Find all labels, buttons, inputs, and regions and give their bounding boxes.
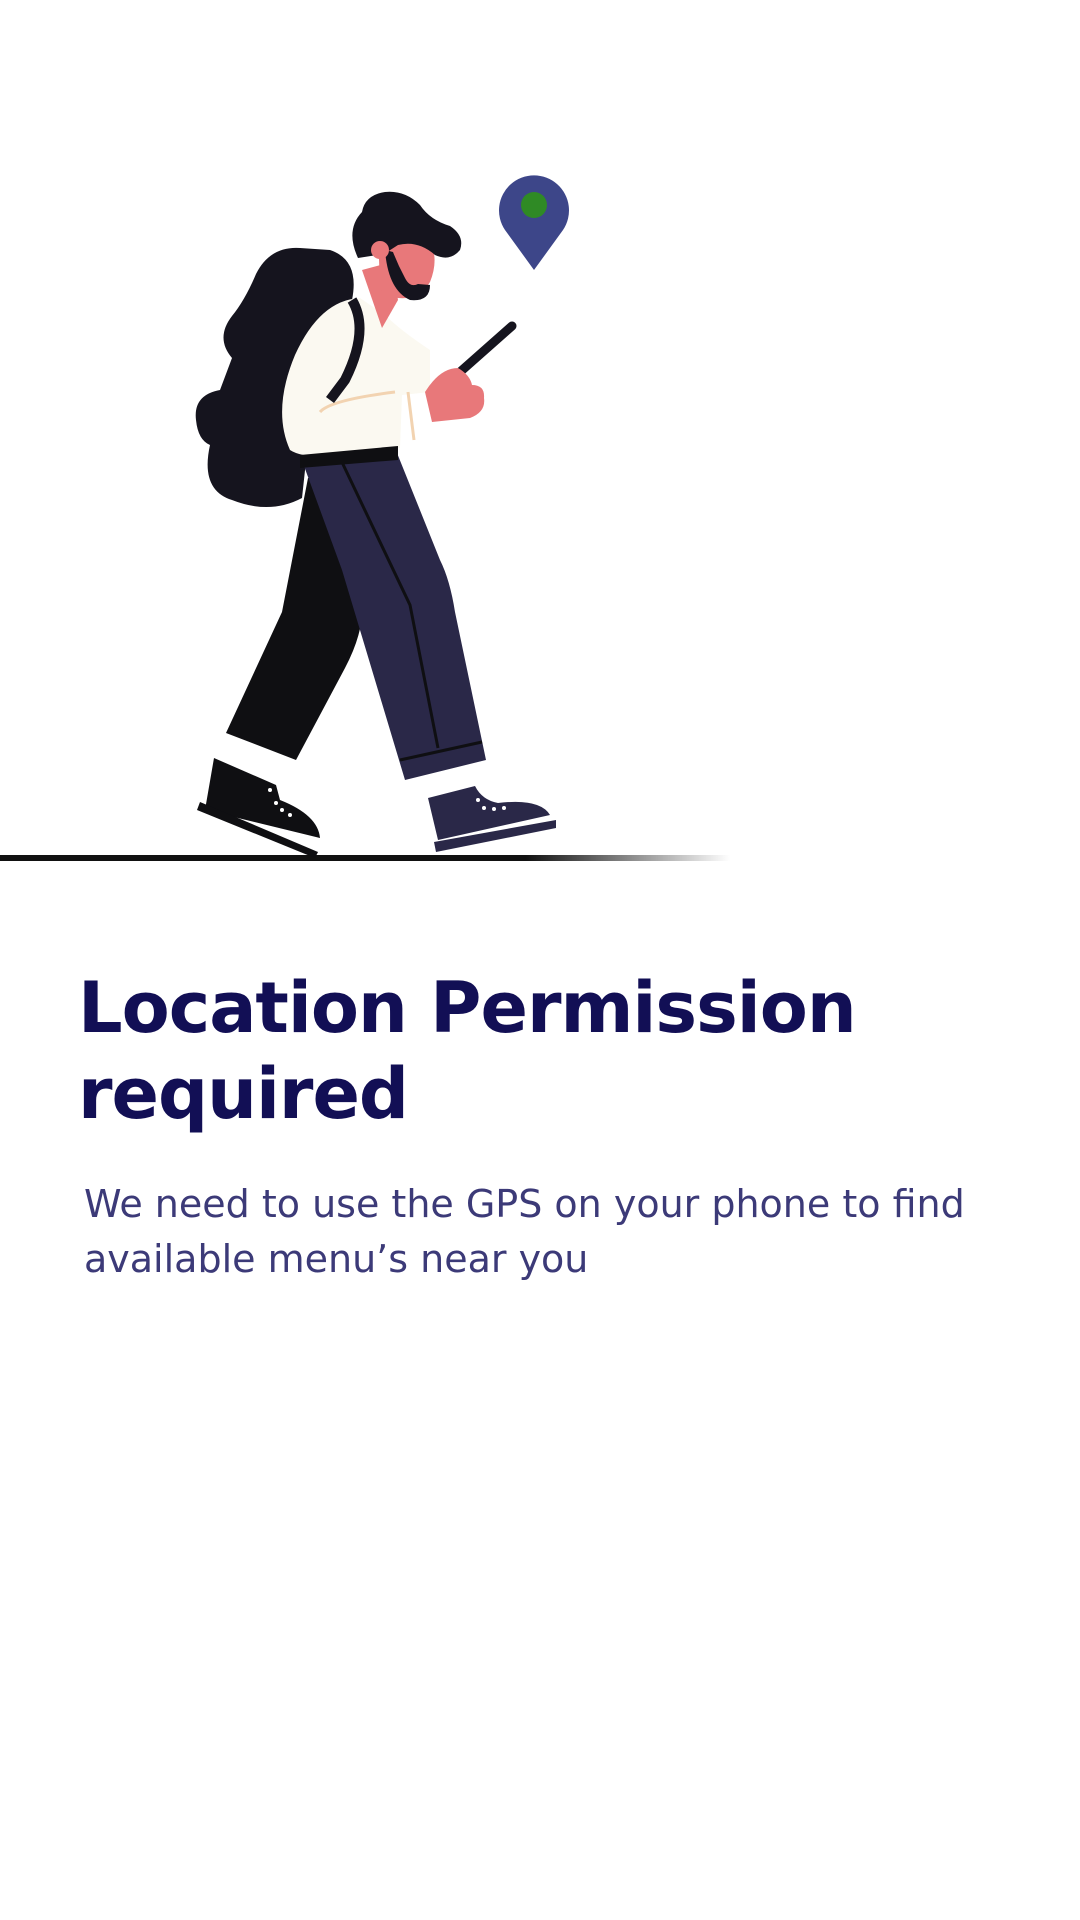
location-pin-icon — [499, 175, 569, 270]
page-description: We need to use the GPS on your phone to … — [84, 1182, 965, 1281]
permission-content: Location Permission required We need to … — [78, 965, 1018, 1287]
ground-line — [0, 855, 730, 861]
page-title: Location Permission required — [78, 967, 857, 1135]
person-walking-with-phone-icon — [195, 191, 556, 858]
walking-person-illustration — [0, 0, 1080, 880]
